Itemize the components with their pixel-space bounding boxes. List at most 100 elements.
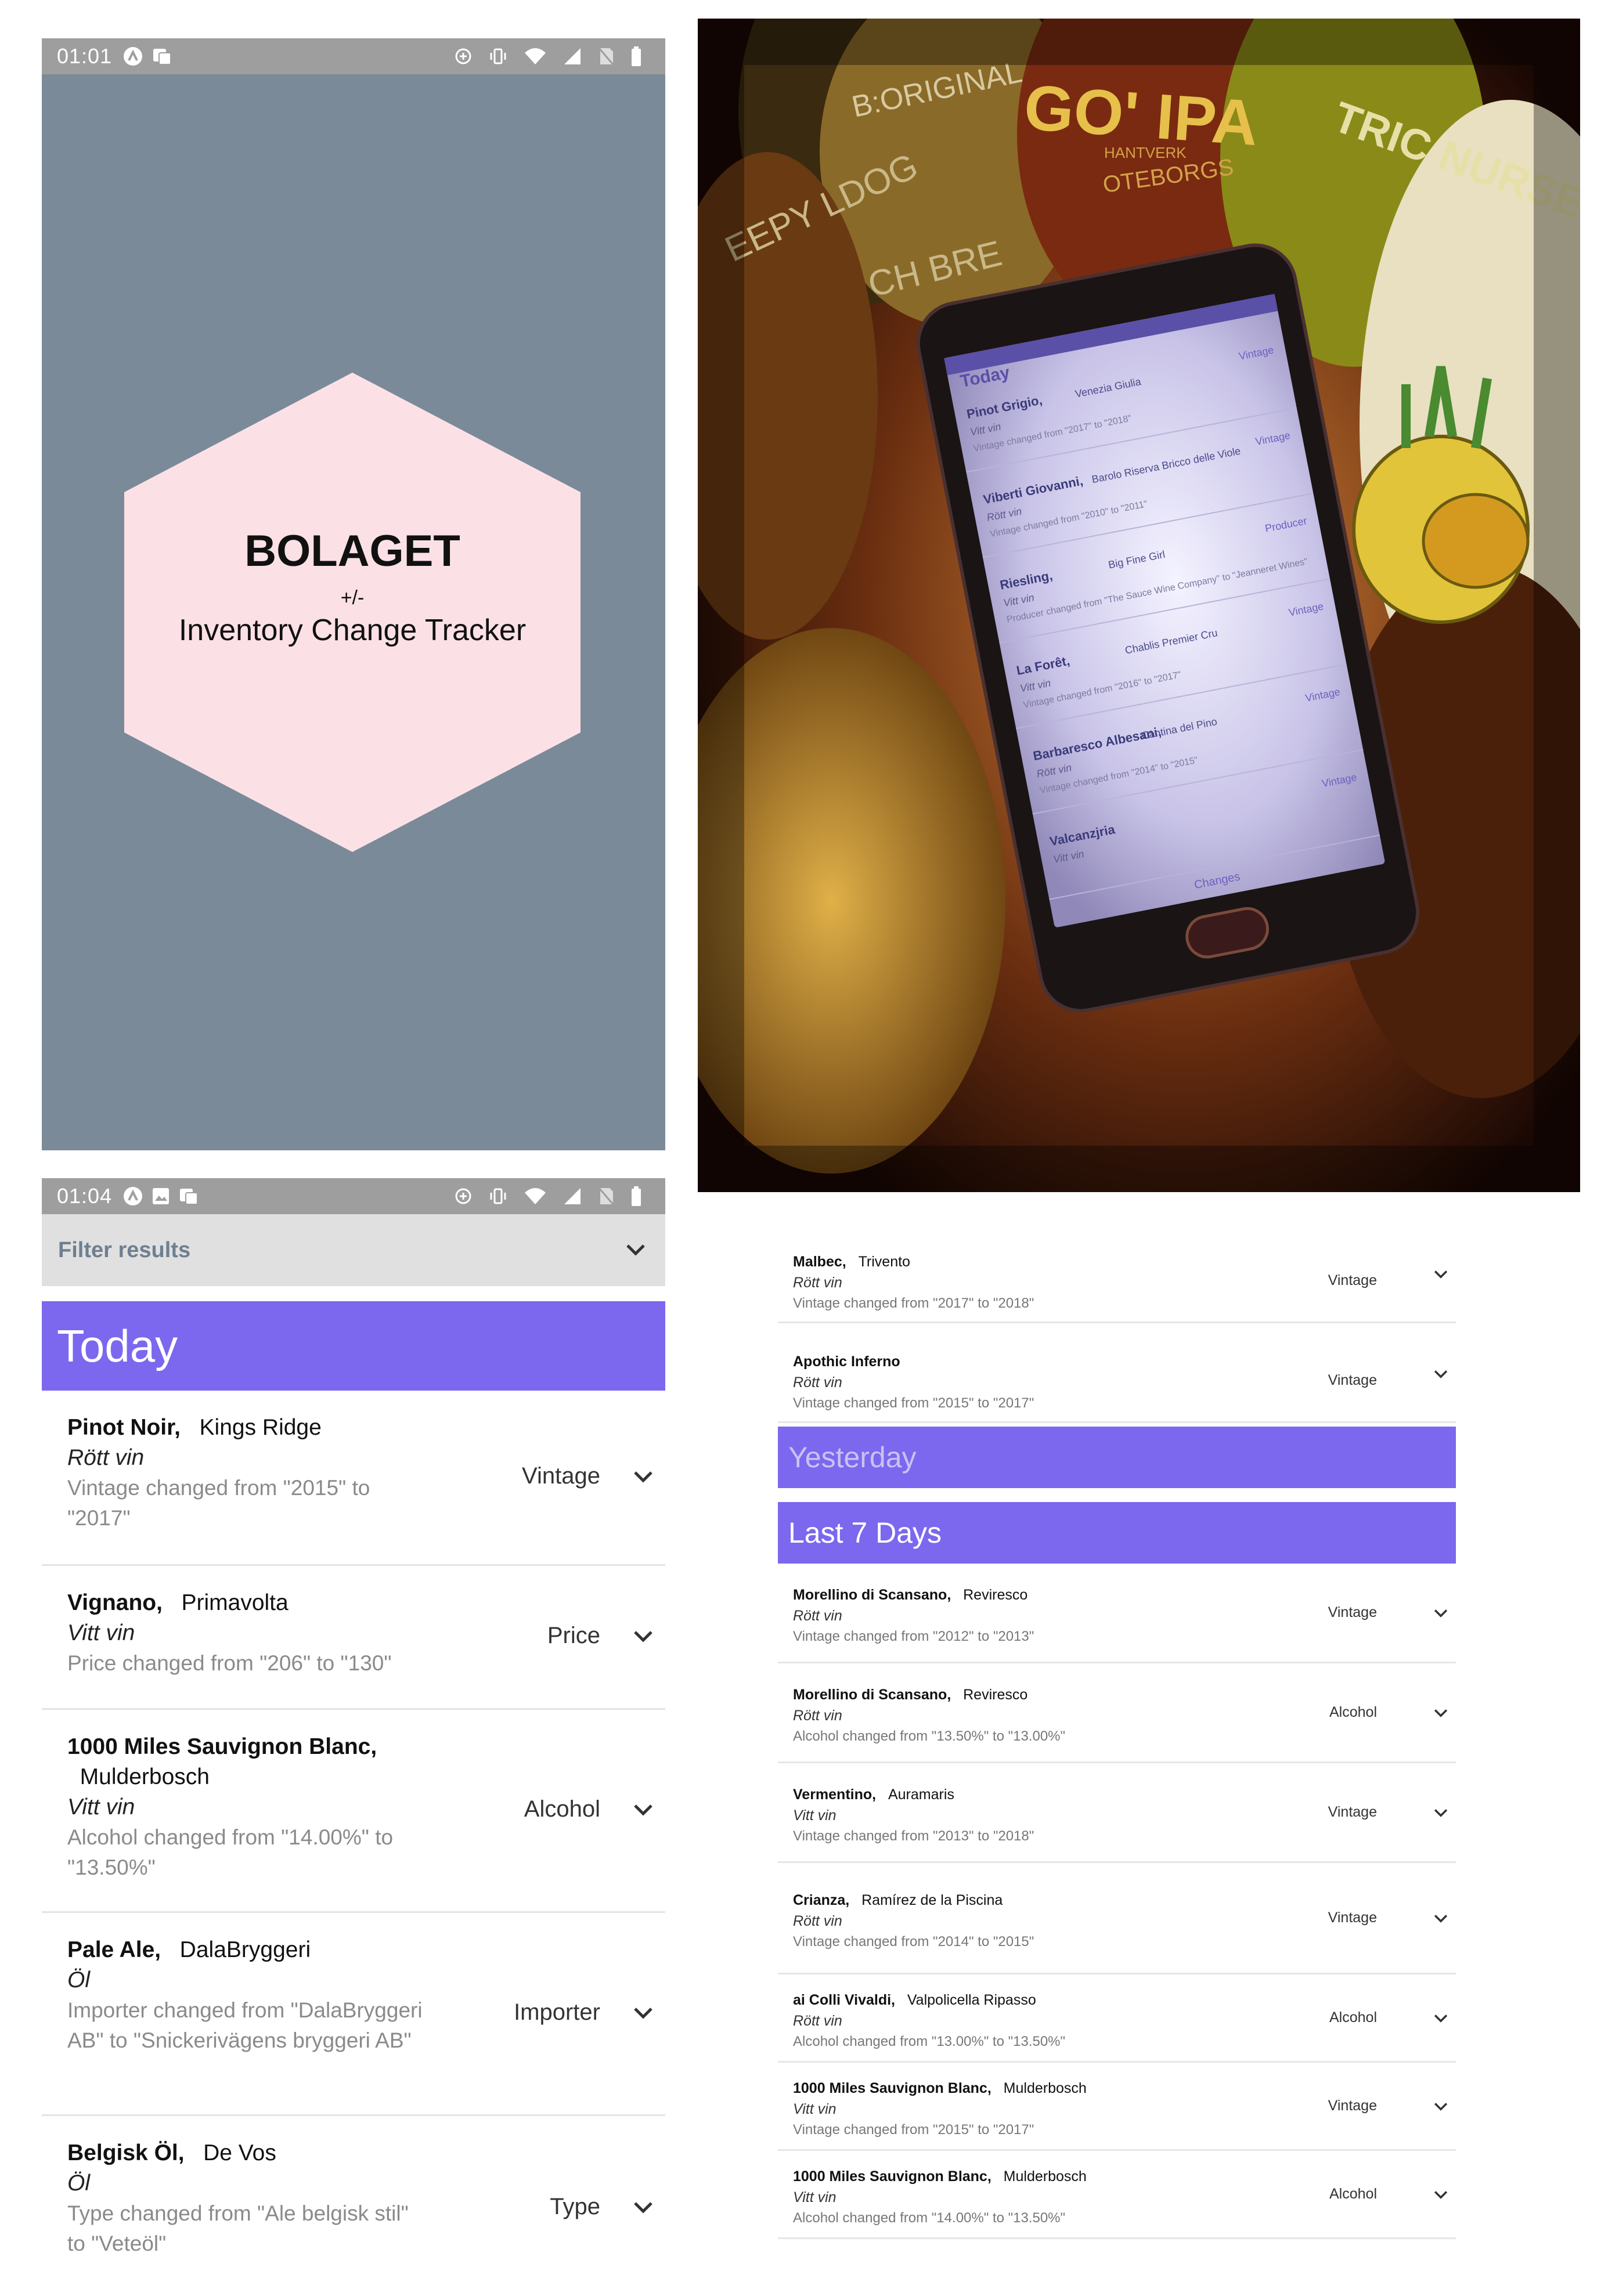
list-item[interactable]: Morellino di Scansano, Reviresco Rött vin… — [778, 1663, 1456, 1763]
splash-screen: 01:01 BOLAGET +/- Inventory Change Track… — [42, 38, 665, 1150]
item-producer: Reviresco — [963, 1587, 1028, 1603]
chevron-down-icon[interactable] — [627, 1997, 659, 2030]
item-name: Vermentino, — [793, 1786, 877, 1803]
item-name: Crianza, — [793, 1892, 850, 1908]
list-item[interactable]: Belgisk Öl, De Vos Öl Type changed from "A… — [42, 2116, 665, 2296]
item-change-description: Vintage changed from "2017" to "2018" — [793, 1295, 1034, 1311]
status-bar: 01:04 — [42, 1178, 665, 1214]
item-producer: Trivento — [858, 1254, 910, 1270]
list-item[interactable]: 1000 Miles Sauvignon Blanc, Mulderbosch V… — [42, 1710, 665, 1913]
item-title: ai Colli Vivaldi, Valpolicella Ripasso — [793, 1990, 1065, 2010]
item-change-kind: Vintage — [1328, 2098, 1377, 2114]
item-name: Malbec, — [793, 1254, 846, 1270]
item-type: Vitt vin — [67, 1795, 135, 1820]
item-change-kind: Vintage — [1328, 1604, 1377, 1620]
item-producer: Primavolta — [181, 1590, 289, 1615]
list-item[interactable]: Apothic Inferno Rött vin Vintage changed … — [778, 1323, 1456, 1423]
bottles-photo: B:ORIGINAL GO' IPA EEPY LDOG CH BRE OTEB… — [698, 19, 1580, 1192]
app-title: BOLAGET — [244, 526, 460, 576]
no-sim-icon — [598, 47, 614, 66]
item-title: 1000 Miles Sauvignon Blanc, Mulderbosch — [67, 1732, 427, 1792]
item-change-kind: Type — [550, 2194, 600, 2219]
item-name: Belgisk Öl, — [67, 2140, 185, 2165]
chevron-down-icon[interactable] — [1429, 1363, 1452, 1386]
item-title: Morellino di Scansano, Reviresco — [793, 1584, 1034, 1605]
chevron-down-icon[interactable] — [1429, 1602, 1452, 1625]
item-name: 1000 Miles Sauvignon Blanc, — [67, 1734, 377, 1759]
chevron-down-icon[interactable] — [627, 2192, 659, 2224]
item-text: 1000 Miles Sauvignon Blanc, Mulderbosch V… — [793, 2166, 1087, 2229]
item-name: Morellino di Scansano, — [793, 1687, 951, 1703]
item-producer: Kings Ridge — [199, 1415, 322, 1440]
item-change-kind: Importer — [514, 1999, 600, 2025]
list-item[interactable]: Pinot Noir, Kings Ridge Rött vin Vintage c… — [42, 1391, 665, 1566]
list-item[interactable]: Malbec, Trivento Rött vin Vintage changed … — [778, 1223, 1456, 1323]
item-text: Belgisk Öl, De Vos Öl Type changed from "A… — [67, 2138, 427, 2259]
chevron-down-icon[interactable] — [1429, 2183, 1452, 2207]
item-title: Pinot Noir, Kings Ridge — [67, 1413, 427, 1443]
item-change-description: Vintage changed from "2013" to "2018" — [793, 1828, 1034, 1844]
item-text: Morellino di Scansano, Reviresco Rött vin… — [793, 1684, 1065, 1747]
item-title: 1000 Miles Sauvignon Blanc, Mulderbosch — [793, 2078, 1087, 2099]
item-change-description: Alcohol changed from "13.50%" to "13.00%… — [793, 1728, 1066, 1744]
list-item[interactable]: Pale Ale, DalaBryggeri Öl Importer changed… — [42, 1913, 665, 2116]
signal-icon — [563, 47, 582, 66]
list-item[interactable]: Vermentino, Auramaris Vitt vin Vintage cha… — [778, 1763, 1456, 1863]
chevron-down-icon[interactable] — [1429, 1802, 1452, 1825]
item-text: Apothic Inferno Rött vin Vintage changed … — [793, 1351, 1034, 1414]
chevron-down-icon[interactable] — [627, 1620, 659, 1653]
chevron-down-icon[interactable] — [1429, 1263, 1452, 1286]
item-producer: Reviresco — [963, 1687, 1028, 1703]
item-producer: DalaBryggeri — [179, 1937, 311, 1962]
wifi-icon — [524, 1187, 547, 1205]
chevron-down-icon[interactable] — [1429, 1702, 1452, 1725]
item-change-kind: Vintage — [1328, 1272, 1377, 1288]
list-item[interactable]: Morellino di Scansano, Reviresco Rött vin… — [778, 1564, 1456, 1663]
item-type: Vitt vin — [67, 1620, 135, 1645]
changes-list-screen: 01:04 Filter results Today Pinot Noir, K… — [42, 1178, 665, 2296]
chevron-down-icon[interactable] — [622, 1237, 649, 1263]
item-change-kind: Vintage — [522, 1463, 600, 1489]
filter-results-bar[interactable]: Filter results — [42, 1214, 665, 1286]
list-item[interactable]: Crianza, Ramírez de la Piscina Rött vin Vi… — [778, 1863, 1456, 1974]
list-item[interactable]: 1000 Miles Sauvignon Blanc, Mulderbosch V… — [778, 2151, 1456, 2239]
section-header-last-7-days: Last 7 Days — [778, 1502, 1456, 1564]
item-name: 1000 Miles Sauvignon Blanc, — [793, 2080, 992, 2096]
chevron-down-icon[interactable] — [627, 1794, 659, 1826]
item-text: 1000 Miles Sauvignon Blanc, Mulderbosch V… — [793, 2078, 1087, 2140]
item-title: Morellino di Scansano, Reviresco — [793, 1684, 1065, 1705]
assistant-icon — [122, 1186, 143, 1207]
item-type: Vitt vin — [793, 2189, 837, 2205]
section-header-yesterday: Yesterday — [778, 1427, 1456, 1488]
chevron-down-icon[interactable] — [627, 1461, 659, 1493]
item-change-kind: Price — [547, 1623, 600, 1648]
chevron-down-icon[interactable] — [1429, 2095, 1452, 2118]
item-producer: Auramaris — [888, 1786, 954, 1803]
wifi-icon — [524, 47, 547, 66]
list-item[interactable]: 1000 Miles Sauvignon Blanc, Mulderbosch V… — [778, 2063, 1456, 2151]
list-item[interactable]: Vignano, Primavolta Vitt vin Price changed… — [42, 1566, 665, 1710]
item-change-kind: Alcohol — [1329, 1704, 1377, 1720]
item-text: Crianza, Ramírez de la Piscina Rött vin Vi… — [793, 1890, 1034, 1952]
item-producer: Mulderbosch — [1003, 2168, 1087, 2185]
item-name: Vignano, — [67, 1590, 163, 1615]
item-type: Rött vin — [67, 1445, 145, 1470]
item-name: Pinot Noir, — [67, 1415, 181, 1440]
chevron-down-icon[interactable] — [1429, 2007, 1452, 2030]
item-title: Vermentino, Auramaris — [793, 1784, 1034, 1805]
item-text: Vignano, Primavolta Vitt vin Price changed… — [67, 1588, 509, 1678]
item-producer: De Vos — [203, 2140, 276, 2165]
item-text: ai Colli Vivaldi, Valpolicella Ripasso Rö… — [793, 1990, 1065, 2052]
list-item[interactable]: ai Colli Vivaldi, Valpolicella Ripasso Rö… — [778, 1974, 1456, 2063]
item-change-kind: Alcohol — [1329, 2186, 1377, 2202]
chevron-down-icon[interactable] — [1429, 1907, 1452, 1930]
signal-icon — [563, 1187, 582, 1205]
item-title: Vignano, Primavolta — [67, 1588, 509, 1618]
item-change-description: Alcohol changed from "14.00%" to "13.50%… — [793, 2210, 1066, 2226]
item-text: Pinot Noir, Kings Ridge Rött vin Vintage c… — [67, 1413, 427, 1533]
item-title: 1000 Miles Sauvignon Blanc, Mulderbosch — [793, 2166, 1087, 2187]
item-change-kind: Vintage — [1328, 1372, 1377, 1388]
item-producer: Mulderbosch — [1003, 2080, 1087, 2096]
item-type: Öl — [67, 1968, 90, 1992]
data-saver-icon — [454, 1187, 473, 1205]
